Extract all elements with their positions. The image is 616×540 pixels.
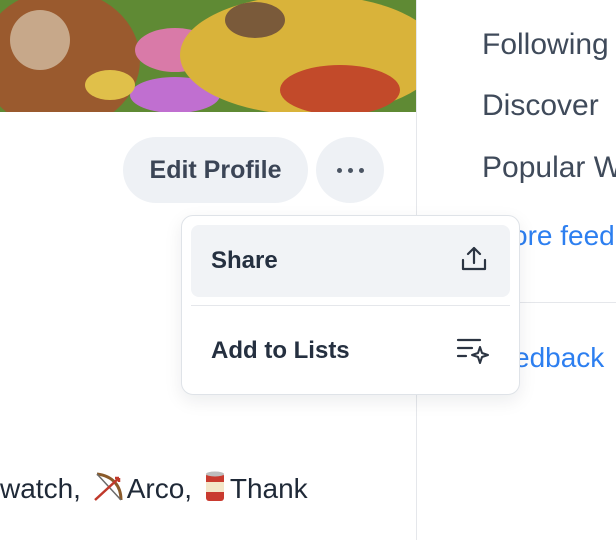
more-feeds-link[interactable]: ore feed [512, 220, 615, 252]
menu-separator [191, 305, 510, 306]
nav-discover[interactable]: Discover [482, 89, 599, 123]
can-icon [202, 470, 228, 505]
profile-banner-image [0, 0, 416, 112]
feedback-link[interactable]: edback [514, 342, 604, 374]
nav-popular[interactable]: Popular W [482, 151, 616, 185]
menu-item-label: Share [211, 247, 278, 274]
nav-following[interactable]: Following [482, 28, 609, 62]
description-text: Arco, [126, 473, 200, 504]
profile-description: watch, Arco, Thank [0, 470, 308, 505]
profile-options-menu: Share Add to Lists [181, 215, 520, 395]
menu-item-label: Add to Lists [211, 337, 350, 364]
bow-arrow-icon [91, 470, 125, 505]
menu-item-add-to-lists[interactable]: Add to Lists [191, 315, 510, 387]
menu-item-share[interactable]: Share [191, 225, 510, 297]
edit-profile-button[interactable]: Edit Profile [123, 137, 308, 203]
list-sparkle-icon [454, 333, 490, 370]
banner-illustration [0, 0, 416, 112]
share-upload-icon [458, 243, 490, 280]
description-text: Thank [229, 473, 308, 504]
ellipsis-icon [334, 167, 367, 173]
more-options-button[interactable] [316, 137, 384, 203]
description-text: watch, [0, 473, 89, 504]
